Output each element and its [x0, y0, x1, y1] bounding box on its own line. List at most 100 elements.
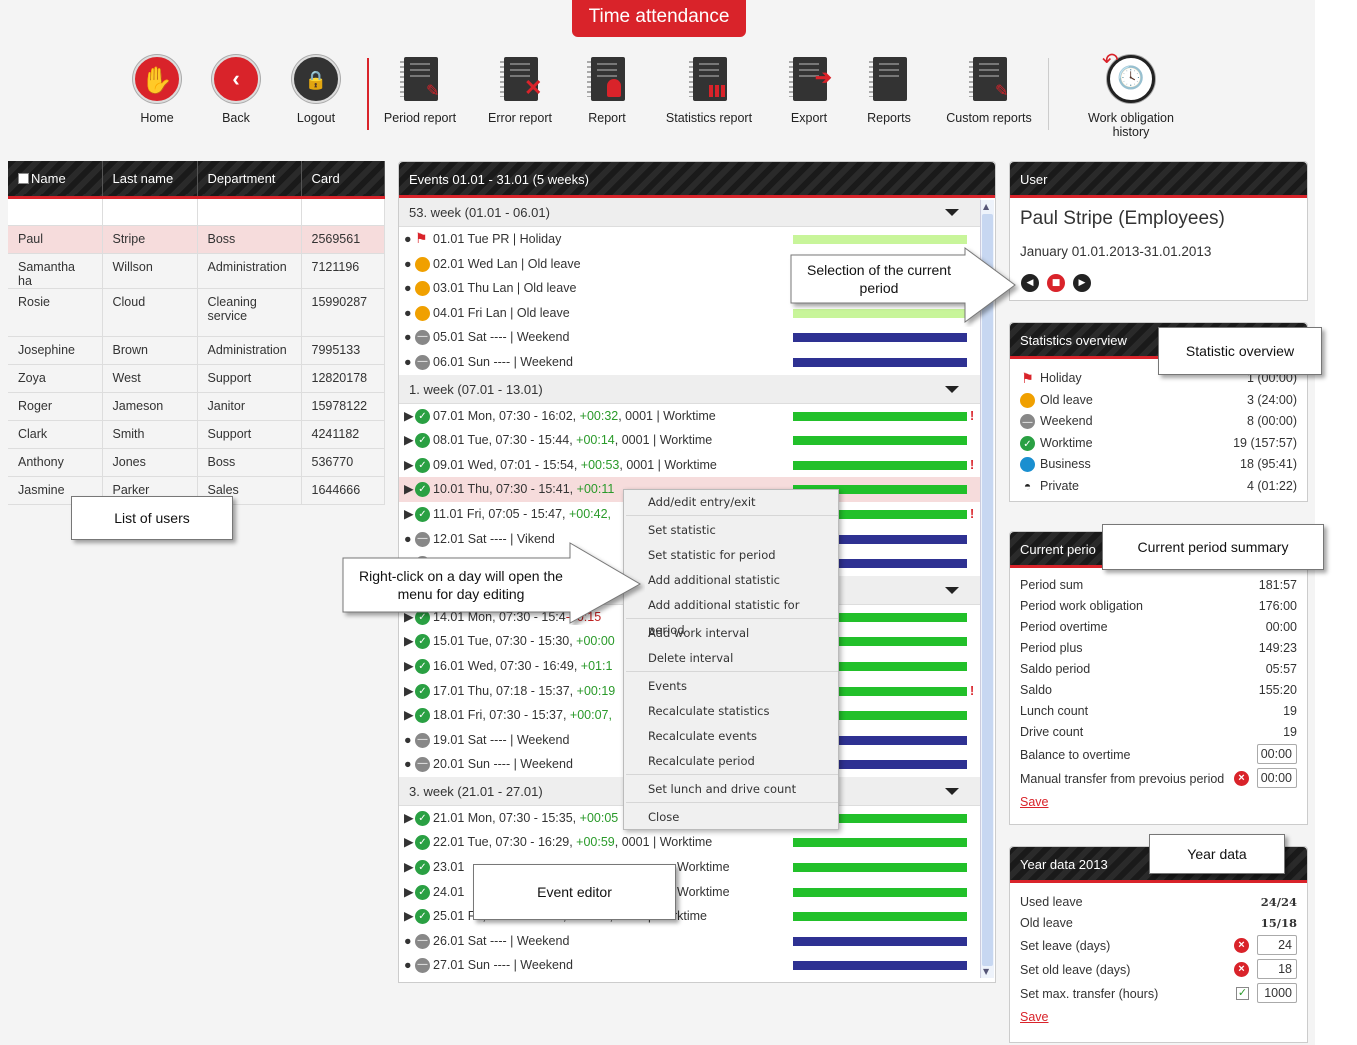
event-text: 20.01 Sun ---- | Weekend [433, 757, 573, 772]
expand-arrow-icon[interactable]: ▶ [404, 880, 414, 904]
filter-row[interactable] [8, 197, 385, 226]
previous-period-icon[interactable]: ◀ [1021, 274, 1039, 292]
select-all-checkbox[interactable] [18, 172, 29, 184]
clear-icon[interactable]: × [1234, 938, 1249, 953]
menu-item[interactable]: Set statistic for period [624, 543, 838, 568]
user-row[interactable]: Samantha ha Willson Administration 7121196 [8, 253, 385, 289]
menu-item[interactable]: Add/edit entry/exit [624, 490, 838, 515]
balance-input[interactable]: 00:00 [1257, 744, 1297, 764]
week-header[interactable]: 1. week (07.01 - 13.01) [399, 374, 981, 404]
clear-icon[interactable]: × [1234, 962, 1249, 977]
menu-item[interactable]: Add additional statistic for period [624, 593, 838, 637]
day-context-menu: Add/edit entry/exit Set statistic Set stat… [623, 489, 839, 830]
event-day-row[interactable]: ● —26.01 Sat ---- | Weekend [399, 929, 981, 954]
expand-arrow-icon[interactable]: ▶ [404, 855, 414, 879]
year-data-panel: Year data 2013 Used leave 24/24 Old leave… [1009, 846, 1308, 1043]
toolbar-button-statistics-report[interactable]: Statistics report [659, 55, 759, 125]
column-last-name[interactable]: Last name [102, 161, 198, 197]
menu-item[interactable]: Delete interval [624, 646, 838, 671]
statistic-value: 4 (01:22) [1246, 478, 1297, 493]
menu-item[interactable]: Set lunch and drive count [624, 777, 838, 802]
event-bar [793, 357, 967, 367]
max-transfer-label: Set max. transfer (hours) [1020, 987, 1159, 1001]
user-cell: Cleaning service [197, 288, 302, 337]
user-row[interactable]: Rosie Cloud Cleaning service 15990287 [8, 288, 385, 337]
save-period-link[interactable]: Save [1020, 795, 1049, 809]
toolbar-button-custom-reports[interactable]: ✎ Custom reports [939, 55, 1039, 125]
period-label: January 01.01.2013-31.01.2013 [1020, 244, 1212, 259]
select-all-header[interactable]: Name [8, 161, 103, 197]
period-value: 19 [1283, 704, 1297, 718]
user-row[interactable]: Josephine Brown Administration 7995133 [8, 336, 385, 365]
event-diff: +00:00 [576, 634, 615, 649]
week-header[interactable]: 53. week (01.01 - 06.01) [399, 198, 981, 227]
menu-item[interactable]: Recalculate period [624, 749, 838, 774]
clear-icon[interactable]: × [1234, 771, 1249, 786]
event-diff: +01:1 [580, 658, 613, 673]
user-row[interactable]: Zoya West Support 12820178 [8, 364, 385, 393]
expand-arrow-icon[interactable]: ▶ [404, 629, 414, 653]
user-row[interactable]: Anthony Jones Boss 536770 [8, 448, 385, 477]
expand-arrow-icon[interactable]: ▶ [404, 404, 414, 428]
expand-arrow-icon[interactable]: ▶ [404, 502, 414, 526]
toolbar-button-error-report[interactable]: ✕ Error report [470, 55, 570, 125]
user-row[interactable]: Roger Jameson Janitor 15978122 [8, 392, 385, 421]
event-day-row[interactable]: ▶ ✓ 07.01 Mon, 07:30 - 16:02, +00:32, 0001… [399, 404, 981, 429]
event-text: 27.01 Sun ---- | Weekend [433, 958, 573, 973]
scroll-down-arrow-icon[interactable]: ▼ [983, 967, 989, 976]
menu-item[interactable]: Recalculate events [624, 724, 838, 749]
toolbar-button-report[interactable]: Report [557, 55, 657, 125]
menu-item[interactable]: Close [624, 805, 838, 830]
max-transfer-input[interactable]: 1000 [1257, 983, 1297, 1003]
menu-item[interactable]: Recalculate statistics [624, 699, 838, 724]
menu-item[interactable]: Set statistic [624, 518, 838, 543]
event-day-row[interactable]: ● —06.01 Sun ---- | Weekend [399, 350, 981, 375]
set-leave-input[interactable]: 24 [1257, 935, 1297, 955]
event-text: , 0001 | Worktime [619, 457, 717, 472]
toolbar-label: Error report [488, 111, 552, 125]
event-bar [793, 887, 967, 897]
expand-arrow-icon[interactable]: ▶ [404, 428, 414, 452]
user-row[interactable]: Paul Stripe Boss 2569561 [8, 225, 385, 254]
expand-arrow-icon[interactable]: ▶ [404, 703, 414, 727]
toolbar-button-period-report[interactable]: ✎ Period report [370, 55, 470, 125]
expand-arrow-icon[interactable]: ▶ [404, 654, 414, 678]
event-day-row[interactable]: ● —27.01 Sun ---- | Weekend [399, 953, 981, 978]
set-old-leave-input[interactable]: 18 [1257, 959, 1297, 979]
menu-item[interactable]: Events [624, 674, 838, 699]
old-leave-value: 15/18 [1260, 916, 1297, 930]
expand-arrow-icon[interactable]: ▶ [404, 453, 414, 477]
expand-arrow-icon[interactable]: ▶ [404, 904, 414, 928]
expand-arrow-icon[interactable]: ▶ [404, 679, 414, 703]
toolbar-button-work-obligation-history[interactable]: 🕓 ↶ Work obligation history [1071, 51, 1191, 139]
weekend-icon: — [415, 958, 430, 974]
scroll-up-arrow-icon[interactable]: ▲ [983, 202, 989, 211]
set-leave-label: Set leave (days) [1020, 939, 1111, 953]
event-day-row[interactable]: ▶ ✓ 08.01 Tue, 07:30 - 15:44, +00:14, 0001… [399, 428, 981, 453]
event-day-row[interactable]: ▶ ✓ 22.01 Tue, 07:30 - 16:29, +00:59, 0001… [399, 830, 981, 855]
event-day-row[interactable]: ● —05.01 Sat ---- | Weekend [399, 325, 981, 350]
menu-item[interactable]: Add additional statistic [624, 568, 838, 593]
event-day-row[interactable]: ▶ ✓ 09.01 Wed, 07:01 - 15:54, +00:53, 0001… [399, 453, 981, 478]
user-cell: 536770 [301, 448, 385, 477]
column-card[interactable]: Card [301, 161, 385, 197]
menu-item[interactable]: Add work interval [624, 621, 838, 646]
toolbar-button-reports[interactable]: Reports [839, 55, 939, 125]
max-transfer-checkbox[interactable]: ✓ [1236, 987, 1249, 1000]
manual-transfer-input[interactable]: 00:00 [1257, 768, 1297, 788]
save-year-link[interactable]: Save [1020, 1010, 1049, 1024]
statistic-label: Weekend [1040, 414, 1093, 428]
column-department[interactable]: Department [197, 161, 302, 197]
next-period-icon[interactable]: ▶ [1073, 274, 1091, 292]
period-row: Drive count 19 [1010, 722, 1307, 743]
user-cell: Janitor [197, 392, 302, 421]
expand-arrow-icon[interactable]: ▶ [404, 477, 414, 501]
users-table-header: Name Last name Department Card [8, 161, 385, 197]
user-row[interactable]: Clark Smith Support 4241182 [8, 420, 385, 449]
current-period-icon[interactable]: ■ [1047, 274, 1065, 292]
expand-arrow-icon[interactable]: ▶ [404, 806, 414, 830]
business-bag-icon [1020, 457, 1035, 472]
toolbar-button-lock[interactable]: 🔒 Logout [266, 55, 366, 125]
expand-arrow-icon[interactable]: ▶ [404, 830, 414, 854]
check-icon: ✓ [415, 482, 430, 498]
